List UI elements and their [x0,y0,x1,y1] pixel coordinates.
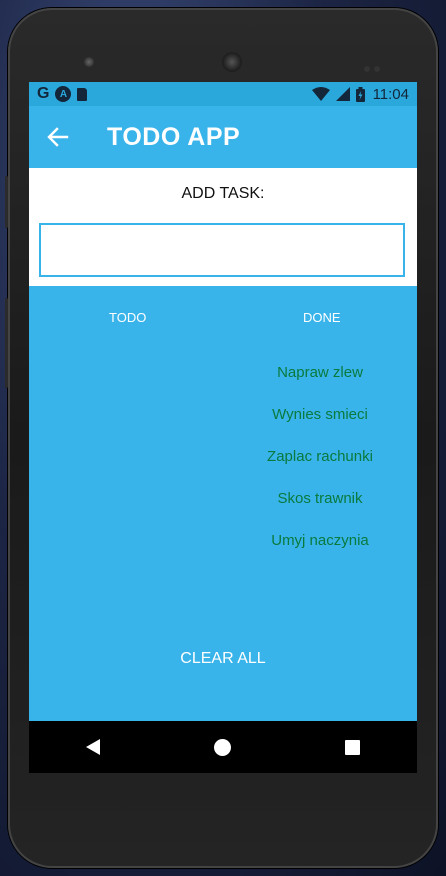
done-item[interactable]: Wynies smieci [223,394,417,436]
device-screen: G A 11:04 TODO APP ADD TASK: TODO DONE N… [29,82,417,773]
battery-icon [355,86,365,102]
front-camera-icon [84,57,94,67]
done-item[interactable]: Skos trawnik [223,478,417,520]
nav-back-icon[interactable] [86,739,100,755]
add-task-label: ADD TASK: [181,185,265,202]
signal-icon [335,87,350,101]
task-columns: TODO DONE Napraw zlew Wynies smieci Zapl… [29,286,417,773]
nav-recents-icon[interactable] [345,739,360,755]
sd-card-icon [77,87,88,101]
proximity-sensors [364,59,386,72]
status-time: 11:04 [372,85,409,103]
android-a-icon: A [55,86,72,102]
done-item[interactable]: Napraw zlew [223,352,417,394]
volume-button [5,298,8,388]
arrow-left-icon[interactable] [47,126,69,148]
wifi-icon [311,87,330,101]
todo-column-header: TODO [109,310,147,325]
power-button [5,176,8,228]
nav-home-icon[interactable] [214,738,231,756]
task-input[interactable] [39,223,405,277]
done-item[interactable]: Zaplac rachunki [223,436,417,478]
android-nav-bar [29,721,417,773]
done-column-header: DONE [303,310,341,325]
add-task-panel: ADD TASK: [29,168,417,286]
done-list: Napraw zlew Wynies smieci Zaplac rachunk… [223,352,417,562]
page-title: TODO APP [107,122,241,151]
clear-all-button[interactable]: CLEAR ALL [29,650,417,668]
earpiece-speaker-icon [222,52,242,72]
done-item[interactable]: Umyj naczynia [223,520,417,562]
app-bar: TODO APP [29,106,417,168]
google-g-icon: G [37,85,50,102]
status-bar: G A 11:04 [29,82,417,106]
